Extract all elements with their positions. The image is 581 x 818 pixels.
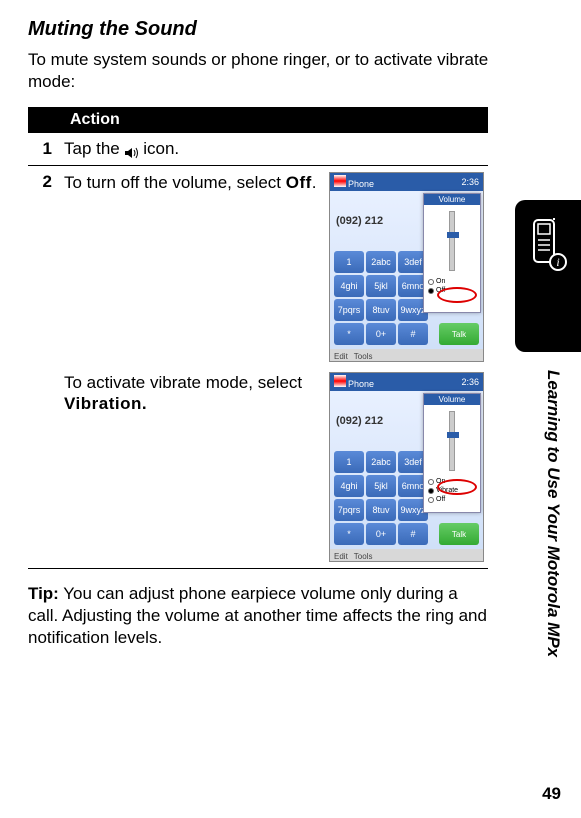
clock-text: 2:36 [461,377,479,387]
window-title: Phone [348,379,374,389]
tip-text: You can adjust phone earpiece volume onl… [28,584,487,647]
table-row: 1 Tap the icon. [28,133,488,166]
key: * [334,523,364,545]
step2a-text: To turn off the volume, select Off. [64,172,319,193]
clock-text: 2:36 [461,177,479,187]
key: # [398,323,428,345]
action-table: Action 1 Tap the icon. 2 To turn off the… [28,107,488,569]
dialed-number: (092) 212 [336,415,383,427]
start-flag-icon [334,375,346,387]
screenshot-bottombar: Edit Tools [330,349,483,362]
step-number: 1 [28,133,60,166]
volume-title: Volume [424,394,480,405]
key: 2abc [366,451,396,473]
step2a-pre: To turn off the volume, select [64,173,286,192]
keypad: 1 2abc 3def 4ghi 5jkl 6mno 7pqrs 8tuv 9w… [334,251,428,345]
screenshot-topbar: Phone 2:36 [330,173,483,191]
volume-popup: Volume On Vibrate Off [423,393,481,513]
table-header-row: Action [28,107,488,133]
screenshot-off: Phone 2:36 (092) 212 1 2abc 3def 4ghi [329,172,484,362]
key: # [398,523,428,545]
tools-menu: Tools [354,352,373,361]
intro-text: To mute system sounds or phone ringer, o… [28,49,492,93]
step-content: To turn off the volume, select Off. Phon… [60,166,488,569]
key: 1 [334,251,364,273]
step2b-bold: Vibration. [64,394,147,413]
radio-icon [428,288,434,294]
radio-icon [428,488,434,494]
step2a-post: . [312,173,317,192]
side-tab: i [515,200,581,352]
tip-paragraph: Tip: You can adjust phone earpiece volum… [28,583,492,649]
step2a-bold: Off [286,173,312,192]
tools-menu: Tools [354,552,373,561]
phone-icon: i [528,218,568,274]
radio-icon [428,279,434,285]
key: 1 [334,451,364,473]
volume-slider [449,211,455,271]
radio-icon [428,497,434,503]
volume-title: Volume [424,194,480,205]
key: 4ghi [334,475,364,497]
step-text: Tap the icon. [60,133,488,166]
section-heading: Muting the Sound [28,18,492,41]
side-section-title: Learning to Use Your Motorola MPx [543,370,563,657]
step2b-pre: To activate vibrate mode, select [64,373,302,392]
page-content: Muting the Sound To mute system sounds o… [0,0,520,649]
screenshot-bottombar: Edit Tools [330,549,483,562]
key: 2abc [366,251,396,273]
phone-area: (092) 212 1 2abc 3def 4ghi 5jkl 6mno 7pq… [330,191,483,349]
key: 0+ [366,523,396,545]
step1-pre: Tap the [64,139,125,158]
key: 7pqrs [334,499,364,521]
step2-block-off: To turn off the volume, select Off. Phon… [64,172,484,362]
edit-menu: Edit [334,552,348,561]
speaker-icon [125,144,139,156]
step2-block-vibrate: To activate vibrate mode, select Vibrati… [64,372,484,562]
key: 8tuv [366,299,396,321]
step2b-text: To activate vibrate mode, select Vibrati… [64,372,319,415]
tip-label: Tip: [28,584,59,603]
opt-on: On [436,277,445,286]
screenshot-topbar: Phone 2:36 [330,373,483,391]
step-number: 2 [28,166,60,569]
screenshot-vibrate: Phone 2:36 (092) 212 1 2abc 3def 4ghi [329,372,484,562]
table-header-action: Action [60,107,488,133]
volume-slider [449,411,455,471]
window-title: Phone [348,179,374,189]
radio-icon [428,479,434,485]
edit-menu: Edit [334,352,348,361]
step1-post: icon. [143,139,179,158]
talk-button: Talk [439,523,479,545]
table-row: 2 To turn off the volume, select Off. Ph… [28,166,488,569]
key: 8tuv [366,499,396,521]
key: 5jkl [366,475,396,497]
key: 0+ [366,323,396,345]
phone-area: (092) 212 1 2abc 3def 4ghi 5jkl 6mno 7pq… [330,391,483,549]
start-flag-icon [334,175,346,187]
keypad: 1 2abc 3def 4ghi 5jkl 6mno 7pqrs 8tuv 9w… [334,451,428,545]
table-header-blank [28,107,60,133]
dialed-number: (092) 212 [336,215,383,227]
page-number: 49 [542,784,561,804]
key: * [334,323,364,345]
opt-off: Off [436,495,445,504]
key: 5jkl [366,275,396,297]
key: 4ghi [334,275,364,297]
talk-button: Talk [439,323,479,345]
key: 7pqrs [334,299,364,321]
svg-text:i: i [556,255,559,269]
